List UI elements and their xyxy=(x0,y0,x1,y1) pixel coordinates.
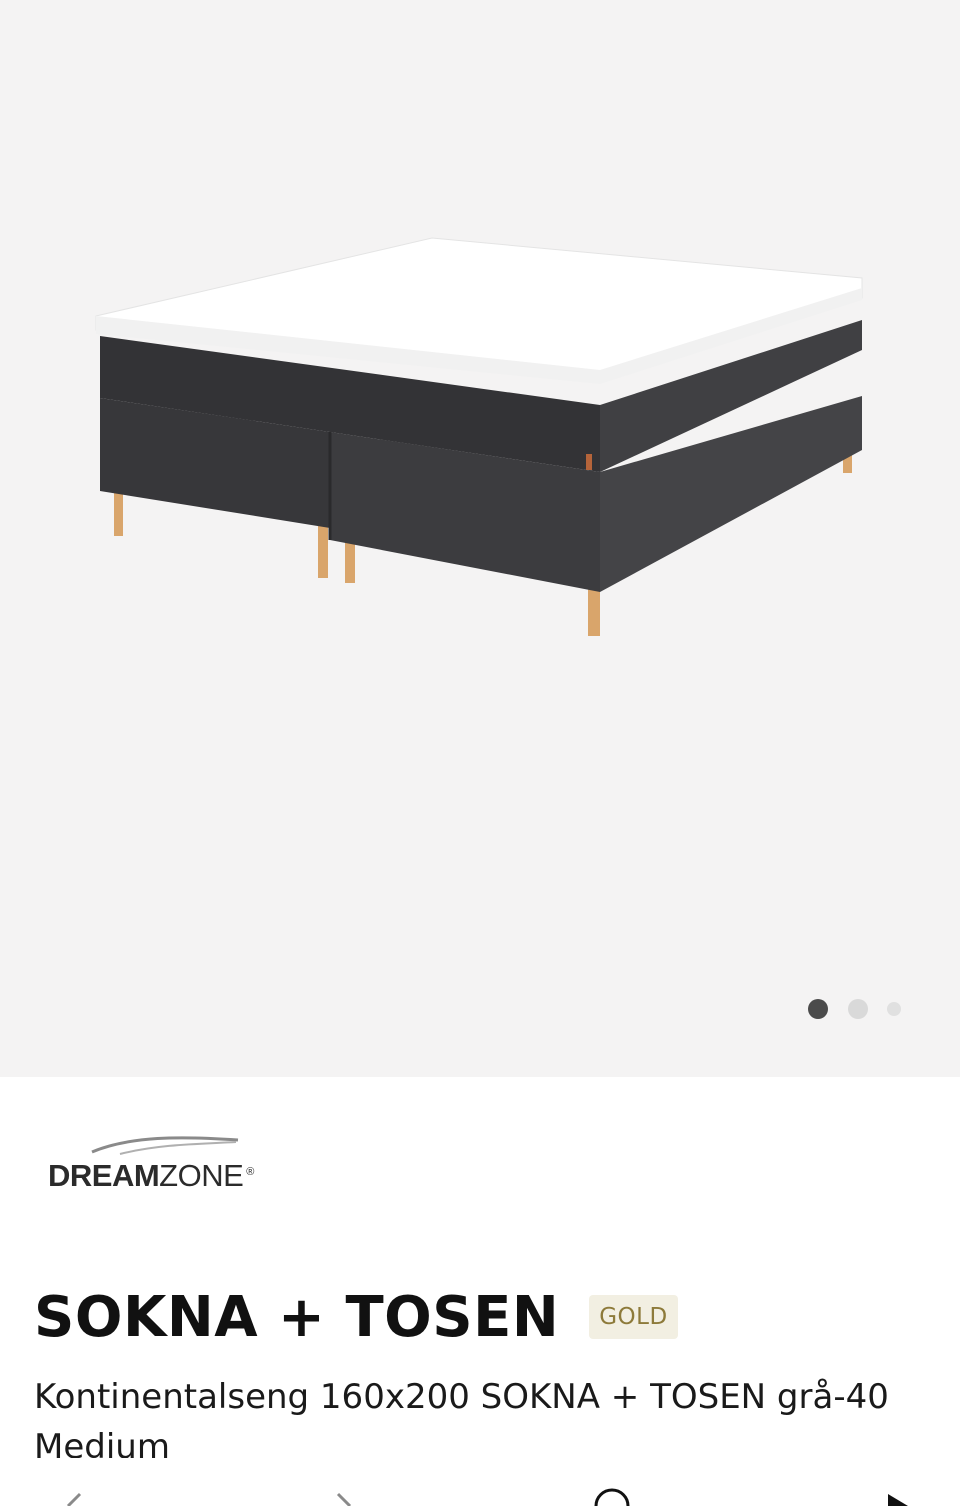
product-subtitle-container: Kontinentalseng 160x200 SOKNA + TOSEN gr… xyxy=(34,1372,894,1458)
carousel-dot[interactable] xyxy=(887,1002,901,1016)
brand-name-part1: DREAM xyxy=(48,1158,160,1193)
carousel-dot-active[interactable] xyxy=(808,999,828,1019)
product-image-gallery[interactable] xyxy=(0,0,960,1077)
brand-name: DREAMZONE ® xyxy=(48,1158,254,1194)
play-icon[interactable] xyxy=(884,1480,914,1506)
product-title: SOKNA + TOSEN xyxy=(34,1284,560,1350)
refresh-icon[interactable] xyxy=(592,1480,632,1506)
carousel-dot[interactable] xyxy=(848,999,868,1019)
product-title-row: SOKNA + TOSEN GOLD xyxy=(34,1282,678,1352)
carousel-indicator[interactable] xyxy=(806,997,916,1021)
brand-name-part2: ZONE xyxy=(159,1158,244,1193)
tier-badge: GOLD xyxy=(589,1295,678,1339)
brand-swoosh-icon xyxy=(91,1136,239,1155)
back-icon[interactable] xyxy=(58,1480,88,1506)
forward-icon[interactable] xyxy=(330,1480,360,1506)
product-image[interactable] xyxy=(0,0,960,1077)
browser-bottom-toolbar xyxy=(0,1480,960,1506)
registered-mark: ® xyxy=(246,1165,254,1178)
brand-logo[interactable]: DREAMZONE ® xyxy=(48,1134,268,1194)
product-subtitle: Kontinentalseng 160x200 SOKNA + TOSEN gr… xyxy=(34,1377,889,1458)
